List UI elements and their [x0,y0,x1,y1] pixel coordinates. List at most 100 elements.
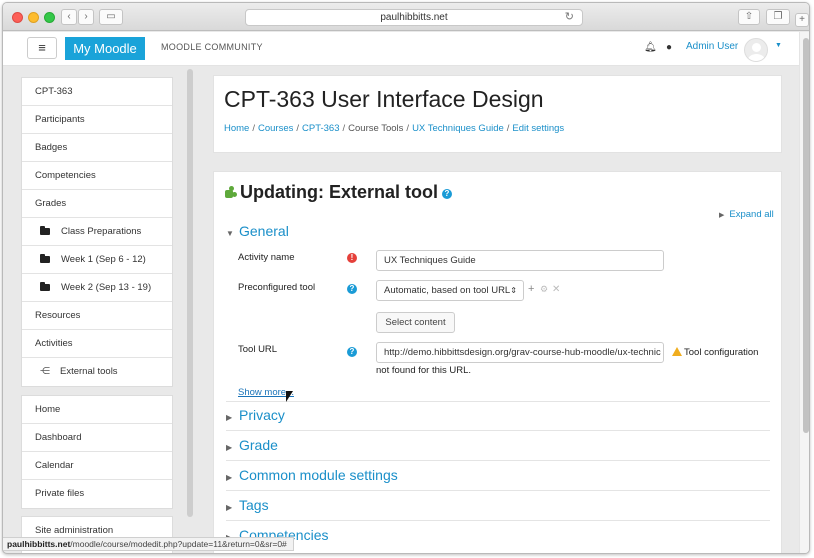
breadcrumb: Home / Courses / CPT-363/Course Tools / UX Tec… [224,123,564,134]
activity-name-field[interactable]: UX Techniques Guide [376,250,664,271]
mouse-pointer-icon [286,391,293,402]
sidebar-item-badges[interactable]: Badges [22,134,172,162]
activity-name-label: Activity name [238,252,295,263]
sidebar-item-label: Activities [35,338,73,349]
gear-icon[interactable]: ⚙ [540,284,548,295]
section-grade-header[interactable]: ▶ Grade [226,437,278,453]
site-navbar: ≡ My Moodle MOODLE COMMUNITY 🔔︎ ● Admin … [3,32,799,66]
breadcrumb-item[interactable]: UX Techniques Guide [412,123,504,134]
section-privacy-header[interactable]: ▶ Privacy [226,407,285,423]
sidebar-item-resources[interactable]: Resources [22,302,172,330]
sidebar-item-label: Week 2 (Sep 13 - 19) [61,282,152,293]
breadcrumb-separator: / [342,123,346,134]
sidebar-item-grades[interactable]: Grades [22,190,172,218]
sidebar-scrollbar[interactable] [187,69,193,517]
sidebar-item-activities[interactable]: Activities [22,330,172,358]
section-divider [226,490,770,491]
page-title: CPT-363 User Interface Design [224,86,544,112]
help-icon[interactable]: ? [347,284,357,294]
page-scrollbar-thumb[interactable] [803,38,809,433]
folder-icon [40,226,50,235]
sidebar-item-label: Calendar [35,460,74,471]
avatar[interactable] [744,38,768,62]
breadcrumb-separator: / [506,123,510,134]
add-icon[interactable]: + [528,283,534,295]
sidebar-item-label: Week 1 (Sep 6 - 12) [61,254,146,265]
sidebar-item-class-preparations[interactable]: Class Preparations [22,218,172,246]
warning-icon [672,347,682,356]
sidebar-item-week-2[interactable]: Week 2 (Sep 13 - 19) [22,274,172,302]
status-bar: paulhibbitts.net/moodle/course/modedit.p… [3,537,294,551]
browser-window: ‹ › ▭ paulhibbitts.net ↻ ⇧ ❐ + ≡ My Mood… [2,2,810,554]
sidebar-item-home[interactable]: Home [22,396,172,424]
expand-all-link[interactable]: ▶ Expand all [719,209,774,220]
folder-icon [40,282,50,291]
warning-line-1: Tool configuration [684,347,759,358]
status-url-host: paulhibbitts.net [7,539,71,549]
page-scrollbar[interactable] [799,32,809,553]
sidebar-toggle-icon[interactable]: ▭ [99,9,123,25]
sidebar-item-private-files[interactable]: Private files [22,480,172,508]
sidebar-item-label: Site administration [35,525,114,536]
hamburger-icon: ≡ [38,40,46,55]
sidebar-item-competencies[interactable]: Competencies [22,162,172,190]
chat-icon[interactable]: ● [666,42,672,53]
warning-line-2: not found for this URL. [376,365,472,376]
breadcrumb-item[interactable]: Courses [258,123,293,134]
caret-right-icon: ▶ [226,443,233,452]
reload-icon[interactable]: ↻ [565,10,574,25]
share-icon[interactable]: ⇧ [738,9,760,25]
course-nav-block: CPT-363 Participants Badges Competencies… [21,77,173,387]
address-bar[interactable]: paulhibbitts.net ↻ [245,9,583,26]
close-icon[interactable]: ✕ [552,284,560,295]
minimize-window-button[interactable] [28,12,39,23]
site-brand[interactable]: My Moodle [65,37,145,60]
bell-icon[interactable]: 🔔︎ [644,42,657,53]
sidebar-item-label: Class Preparations [61,226,142,237]
breadcrumb-separator: / [406,123,410,134]
status-url-path: /moodle/course/modedit.php?update=11&ret… [70,539,287,549]
external-tool-icon: ⋲ [40,366,50,377]
breadcrumb-item[interactable]: Edit settings [512,123,564,134]
breadcrumb-item[interactable]: CPT-363 [302,123,340,134]
sidebar-item-course[interactable]: CPT-363 [22,78,172,106]
section-tags-header[interactable]: ▶ Tags [226,497,269,513]
sidebar-item-external-tools[interactable]: ⋲ External tools [22,358,172,386]
back-icon[interactable]: ‹ [61,9,77,25]
preconfigured-tool-value: Automatic, based on tool URL [384,285,511,296]
section-divider [226,430,770,431]
browser-titlebar: ‹ › ▭ paulhibbitts.net ↻ ⇧ ❐ + [3,3,809,31]
help-icon[interactable]: ? [442,189,452,199]
sidebar-item-week-1[interactable]: Week 1 (Sep 6 - 12) [22,246,172,274]
section-general-header[interactable]: ▼ General [226,223,289,239]
select-content-button[interactable]: Select content [376,312,455,333]
close-window-button[interactable] [12,12,23,23]
section-label: Common module settings [239,467,398,483]
sidebar-item-calendar[interactable]: Calendar [22,452,172,480]
new-tab-icon[interactable]: + [795,13,809,27]
sidebar-item-label: Home [35,404,61,415]
tool-url-label: Tool URL [238,344,278,355]
section-common-module-header[interactable]: ▶ Common module settings [226,467,398,483]
tabs-overview-icon[interactable]: ❐ [766,9,790,25]
breadcrumb-item[interactable]: Home [224,123,249,134]
sidebar-item-label: Competencies [35,170,96,181]
preconfigured-tool-label: Preconfigured tool [238,282,316,293]
site-nav-block: Home Dashboard Calendar Private files [21,395,173,509]
zoom-window-button[interactable] [44,12,55,23]
sidebar-item-participants[interactable]: Participants [22,106,172,134]
sidebar-item-label: Resources [35,310,81,321]
nav-drawer-toggle[interactable]: ≡ [27,37,57,59]
tool-url-field[interactable]: http://demo.hibbittsdesign.org/grav-cour… [376,342,664,363]
moodle-community-link[interactable]: MOODLE COMMUNITY [161,42,263,52]
page-header-card: CPT-363 User Interface Design Home / Cours… [213,75,782,153]
forward-icon[interactable]: › [78,9,94,25]
user-menu-name[interactable]: Admin User [686,41,738,52]
sidebar-item-dashboard[interactable]: Dashboard [22,424,172,452]
address-text: paulhibbitts.net [380,12,448,23]
section-label: Grade [239,437,278,453]
chevron-down-icon[interactable]: ▼ [775,42,782,49]
help-icon[interactable]: ? [347,347,357,357]
preconfigured-tool-select[interactable]: Automatic, based on tool URL ⇕ [376,280,524,301]
caret-right-icon: ▶ [226,473,233,482]
